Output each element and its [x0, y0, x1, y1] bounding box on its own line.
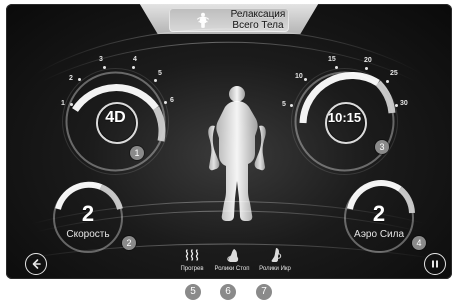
function-heat-label: Прогрев [180, 266, 204, 272]
program-badge: 1 [130, 146, 144, 160]
time-tick-dot-30 [395, 104, 398, 107]
function-calf-rollers[interactable]: Ролики Икр [255, 246, 295, 276]
program-tick-4: 4 [133, 56, 137, 63]
program-tick-dot-5 [154, 79, 157, 82]
page-title-line1: Релаксация [230, 9, 286, 20]
foot-rollers-icon [227, 249, 239, 262]
time-tick-dot-25 [386, 80, 389, 83]
function-foot-rollers-label: Ролики Стоп [214, 266, 250, 272]
program-value: 4D [105, 109, 126, 126]
program-tick-dot-1 [70, 103, 73, 106]
device-screen: Релаксация Всего Тела 4D 1 1 2 3 4 5 6 1… [6, 4, 452, 279]
time-tick-15: 15 [328, 56, 336, 63]
bottom-badge-6: 6 [220, 284, 236, 300]
speed-badge: 2 [122, 236, 136, 250]
calf-rollers-icon [271, 248, 282, 262]
program-tick-2: 2 [69, 75, 73, 82]
function-bar: Прогрев Ролики Стоп Ролики Икр [177, 246, 291, 276]
time-tick-30: 30 [400, 100, 408, 107]
program-tick-6: 6 [170, 97, 174, 104]
page-title-line2: Всего Тела [232, 20, 284, 31]
air-force-label: Аэро Сила [353, 229, 405, 240]
program-tick-dot-4 [132, 66, 135, 69]
heat-icon [185, 249, 199, 261]
function-calf-rollers-label: Ролики Икр [259, 266, 291, 272]
program-tick-1: 1 [61, 100, 65, 107]
body-figure [208, 86, 266, 221]
time-tick-20: 20 [364, 57, 372, 64]
screen: Релаксация Всего Тела 4D 1 1 2 3 4 5 6 1… [0, 0, 458, 301]
time-tick-dot-15 [335, 66, 338, 69]
bottom-badges: 5 6 7 [0, 281, 458, 301]
bottom-badge-7: 7 [256, 284, 272, 300]
speed-value: 2 [81, 201, 95, 226]
time-tick-dot-10 [304, 78, 307, 81]
time-tick-dot-20 [365, 67, 368, 70]
back-button[interactable] [25, 253, 47, 275]
function-heat[interactable]: Прогрев [177, 246, 207, 276]
function-foot-rollers[interactable]: Ролики Стоп [212, 246, 252, 276]
time-tick-5: 5 [282, 101, 286, 108]
air-force-control[interactable]: 2 Аэро Сила 4 [340, 179, 426, 257]
time-tick-10: 10 [295, 73, 303, 80]
page-title: Релаксация Всего Тела [213, 8, 303, 32]
speed-label: Скорость [66, 229, 110, 240]
air-force-badge: 4 [412, 236, 426, 250]
bottom-badge-5: 5 [185, 284, 201, 300]
time-value: 10:15 [327, 110, 362, 125]
program-tick-dot-6 [164, 101, 167, 104]
time-dial[interactable]: 10:15 3 5 10 15 20 25 30 [282, 56, 408, 180]
program-tick-5: 5 [158, 70, 162, 77]
time-tick-25: 25 [390, 70, 398, 77]
pause-icon [432, 260, 438, 268]
program-dial[interactable]: 4D 1 1 2 3 4 5 6 [57, 56, 174, 180]
air-force-value: 2 [372, 201, 386, 226]
time-badge: 3 [375, 140, 389, 154]
time-tick-dot-5 [290, 104, 293, 107]
program-tick-3: 3 [99, 56, 103, 63]
program-tick-dot-3 [103, 66, 106, 69]
program-tick-dot-2 [78, 78, 81, 81]
pause-button[interactable] [424, 253, 446, 275]
speed-control[interactable]: 2 Скорость 2 [49, 179, 136, 257]
person-icon [196, 12, 210, 28]
back-arrow-icon [32, 259, 41, 269]
